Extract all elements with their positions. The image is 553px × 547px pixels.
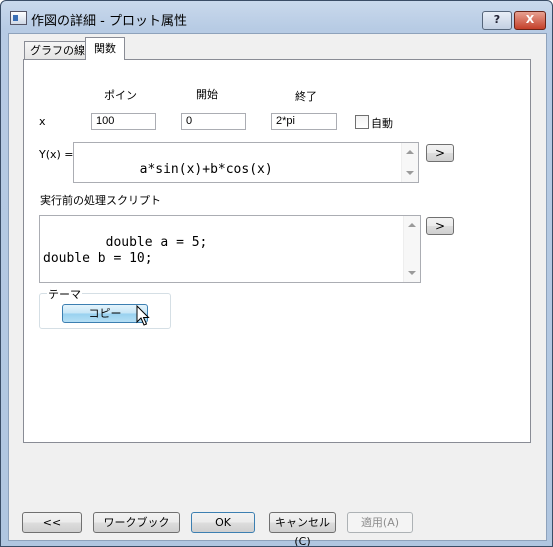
script-label: 実行前の処理スクリプト: [40, 194, 161, 207]
tab-graph-line[interactable]: グラフの線: [24, 41, 91, 60]
auto-checkbox[interactable]: [355, 115, 369, 129]
workbook-button[interactable]: ワークブック: [93, 512, 180, 533]
dialog-client-area: グラフの線 関数 ポイン 開始 終了 x 自動 Y(x) = a*sin(x)+…: [8, 33, 547, 546]
cancel-button[interactable]: キャンセル(C): [269, 512, 336, 546]
function-label: Y(x) =: [39, 148, 74, 161]
function-tab-panel: ポイン 開始 終了 x 自動 Y(x) = a*sin(x)+b*cos(x) …: [23, 59, 531, 443]
app-icon: [10, 11, 27, 25]
points-header: ポイン: [104, 89, 137, 102]
mouse-pointer-icon: [136, 305, 150, 326]
scroll-up-icon[interactable]: [408, 223, 416, 227]
start-input[interactable]: [181, 113, 246, 130]
end-header: 終了: [295, 90, 317, 103]
close-button[interactable]: X: [514, 11, 546, 30]
apply-button[interactable]: 適用(A): [347, 512, 413, 533]
script-code-text: double a = 5; double b = 10;: [43, 235, 208, 266]
scroll-down-icon[interactable]: [406, 171, 414, 175]
window-title: 作図の詳細 - プロット属性: [31, 14, 187, 29]
dialog-window: 作図の詳細 - プロット属性 ? X グラフの線 関数 ポイン 開始 終了 x …: [0, 0, 553, 547]
theme-group: テーマ コピー: [39, 286, 171, 329]
ok-button[interactable]: OK: [191, 512, 255, 533]
function-expression-input[interactable]: a*sin(x)+b*cos(x): [73, 142, 419, 183]
back-button[interactable]: <<: [22, 512, 82, 533]
scroll-down-icon[interactable]: [408, 271, 416, 275]
function-scrollbar[interactable]: [401, 143, 418, 182]
scroll-up-icon[interactable]: [406, 150, 414, 154]
script-arrow-button[interactable]: >: [426, 217, 454, 235]
tab-function[interactable]: 関数: [85, 37, 125, 60]
script-scrollbar[interactable]: [403, 216, 420, 282]
function-arrow-button[interactable]: >: [426, 144, 454, 162]
function-expression-text: a*sin(x)+b*cos(x): [139, 162, 273, 177]
theme-label: テーマ: [47, 286, 82, 302]
script-input[interactable]: double a = 5; double b = 10;: [39, 215, 421, 283]
help-button[interactable]: ?: [482, 11, 512, 30]
title-bar[interactable]: 作図の詳細 - プロット属性 ? X: [1, 1, 552, 33]
start-header: 開始: [196, 88, 218, 101]
end-input[interactable]: [271, 113, 337, 130]
points-input[interactable]: [91, 113, 156, 130]
auto-label: 自動: [371, 117, 393, 130]
x-row-label: x: [39, 115, 46, 128]
